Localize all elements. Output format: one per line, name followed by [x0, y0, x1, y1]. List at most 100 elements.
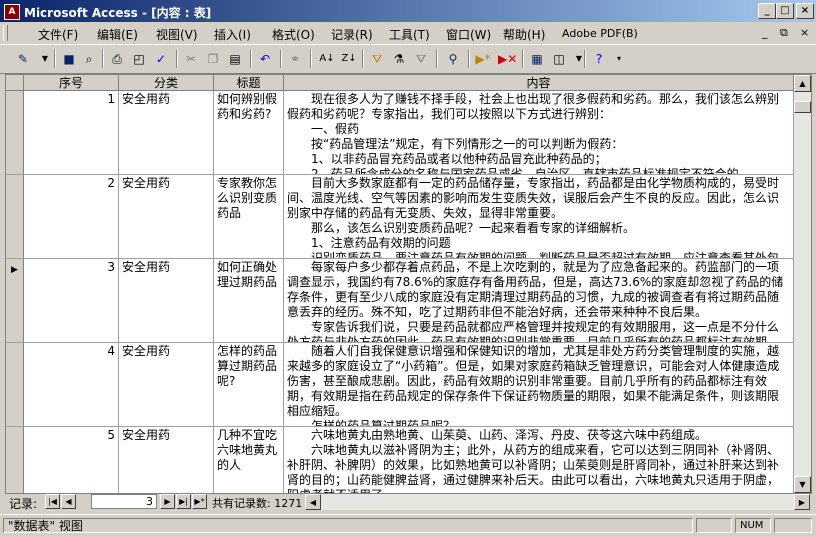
database-window-icon[interactable]: ▦	[528, 50, 546, 68]
menu-tools[interactable]: 工具(T)	[389, 26, 430, 43]
row-selector[interactable]	[6, 91, 24, 174]
scroll-right-icon[interactable]: ▶	[794, 494, 810, 510]
next-record-button[interactable]: ▶	[160, 494, 175, 509]
cell-id[interactable]: 1	[24, 91, 119, 174]
cell-category[interactable]: 安全用药	[119, 259, 214, 342]
save-icon[interactable]: ■	[60, 50, 78, 68]
design-view-icon[interactable]: ✎	[14, 50, 32, 68]
menu-grip[interactable]	[3, 25, 8, 41]
spelling-icon[interactable]: ✓	[152, 50, 170, 68]
scroll-down-icon[interactable]: ▼	[794, 476, 811, 493]
vertical-scrollbar[interactable]: ▲ ▼	[794, 75, 811, 493]
mdi-close-button[interactable]: ×	[800, 26, 809, 39]
hyperlink-icon[interactable]: ⚭	[286, 50, 304, 68]
menu-edit[interactable]: 编辑(E)	[97, 26, 138, 43]
toolbar-separator	[176, 50, 178, 68]
table-row[interactable]: 1 安全用药 如何辨别假药和劣药? 现在很多人为了赚钱不择手段，社会上也出现了很…	[6, 91, 794, 175]
table-row[interactable]: ▶ 3 安全用药 如何正确处理过期药品 每家每户多少都存着点药品，不是上次吃剩的…	[6, 259, 794, 343]
apply-filter-icon[interactable]: ⛛	[412, 50, 430, 68]
menu-format[interactable]: 格式(O)	[272, 26, 315, 43]
minimize-button[interactable]: _	[758, 3, 776, 19]
datasheet-grid: 序号 分类 标题 内容 1 安全用药 如何辨别假药和劣药? 现在很多人为了赚钱不…	[5, 74, 812, 494]
help-icon[interactable]: ?	[590, 50, 608, 68]
last-record-button[interactable]: ▶|	[176, 494, 191, 509]
menu-help[interactable]: 帮助(H)	[503, 26, 545, 43]
column-header-title[interactable]: 标题	[214, 75, 284, 91]
column-header-id[interactable]: 序号	[24, 75, 119, 91]
close-button[interactable]: ×	[796, 3, 814, 19]
print-preview-icon[interactable]: ◰	[130, 50, 148, 68]
current-record-icon: ▶	[11, 265, 18, 275]
cut-icon[interactable]: ✂	[182, 50, 200, 68]
copy-icon[interactable]: ❐	[204, 50, 222, 68]
cell-title[interactable]: 如何辨别假药和劣药?	[214, 91, 284, 174]
restore-button[interactable]: □	[776, 3, 794, 19]
toolbar-separator	[468, 50, 470, 68]
new-object-icon[interactable]: ◫	[550, 50, 568, 68]
sort-descending-icon[interactable]: Z↓	[340, 50, 358, 68]
mdi-minimize-button[interactable]: _	[762, 26, 768, 39]
cell-content[interactable]: 六味地黄丸由熟地黄、山茱萸、山药、泽泻、丹皮、茯苓这六味中药组成。 六味地黄丸以…	[284, 427, 794, 493]
row-selector[interactable]	[6, 427, 24, 493]
filter-by-form-icon[interactable]: ⚗	[390, 50, 408, 68]
status-view-text: "数据表" 视图	[3, 518, 693, 533]
filter-by-selection-icon[interactable]: ⛛	[368, 50, 386, 68]
row-selector[interactable]	[6, 343, 24, 426]
file-search-icon[interactable]: ⌕	[80, 50, 98, 68]
menu-adobe-pdf[interactable]: Adobe PDF(B)	[562, 27, 638, 40]
cell-content[interactable]: 目前大多数家庭都有一定的药品储存量，专家指出，药品都是由化学物质构成的，易受时间…	[284, 175, 794, 258]
select-all-corner[interactable]	[6, 75, 24, 91]
cell-category[interactable]: 安全用药	[119, 343, 214, 426]
cell-category[interactable]: 安全用药	[119, 175, 214, 258]
cell-id[interactable]: 4	[24, 343, 119, 426]
horizontal-scrollbar[interactable]: ◀ ▶	[305, 494, 810, 510]
cell-title[interactable]: 怎样的药品算过期药品呢?	[214, 343, 284, 426]
cell-content[interactable]: 现在很多人为了赚钱不择手段，社会上也出现了很多假药和劣药。那么，我们该怎么辨别假…	[284, 91, 794, 174]
toolbar-separator	[362, 50, 364, 68]
mdi-restore-button[interactable]: ⧉	[780, 26, 788, 40]
row-selector[interactable]	[6, 175, 24, 258]
cell-title[interactable]: 如何正确处理过期药品	[214, 259, 284, 342]
menu-records[interactable]: 记录(R)	[331, 26, 373, 43]
access-key-icon[interactable]: A	[4, 4, 20, 20]
print-icon[interactable]: ⎙	[108, 50, 126, 68]
status-pane	[774, 518, 812, 533]
scroll-thumb[interactable]	[794, 101, 811, 113]
cell-content[interactable]: 随着人们自我保健意识增强和保健知识的增加，尤其是非处方药分类管理制度的实施，越来…	[284, 343, 794, 426]
column-header-category[interactable]: 分类	[119, 75, 214, 91]
cell-category[interactable]: 安全用药	[119, 427, 214, 493]
cell-title[interactable]: 专家教你怎么识别变质药品	[214, 175, 284, 258]
delete-record-icon[interactable]: ▶✕	[498, 50, 517, 68]
new-record-button[interactable]: ▶*	[192, 494, 207, 509]
scroll-left-icon[interactable]: ◀	[305, 494, 321, 510]
menu-file[interactable]: 文件(F)	[38, 26, 78, 43]
table-row[interactable]: 2 安全用药 专家教你怎么识别变质药品 目前大多数家庭都有一定的药品储存量，专家…	[6, 175, 794, 259]
cell-id[interactable]: 3	[24, 259, 119, 342]
undo-icon[interactable]: ↶	[256, 50, 274, 68]
view-dropdown-icon[interactable]: ▼	[36, 50, 54, 68]
cell-title[interactable]: 几种不宜吃六味地黄丸的人	[214, 427, 284, 493]
sort-ascending-icon[interactable]: A↓	[318, 50, 336, 68]
new-record-icon[interactable]: ▶*	[474, 50, 492, 68]
scroll-up-icon[interactable]: ▲	[794, 75, 811, 92]
menu-window[interactable]: 窗口(W)	[446, 26, 491, 43]
menu-insert[interactable]: 插入(I)	[214, 26, 251, 43]
cell-category[interactable]: 安全用药	[119, 91, 214, 174]
toolbar-separator	[102, 50, 104, 68]
cell-id[interactable]: 2	[24, 175, 119, 258]
cell-id[interactable]: 5	[24, 427, 119, 493]
toolbar-options-icon[interactable]: ▾	[610, 50, 628, 68]
find-icon[interactable]: ⚲	[444, 50, 462, 68]
table-row[interactable]: 5 安全用药 几种不宜吃六味地黄丸的人 六味地黄丸由熟地黄、山茱萸、山药、泽泻、…	[6, 427, 794, 493]
paste-icon[interactable]: ▤	[226, 50, 244, 68]
status-bar: "数据表" 视图 NUM	[0, 514, 816, 537]
table-row[interactable]: 4 安全用药 怎样的药品算过期药品呢? 随着人们自我保健意识增强和保健知识的增加…	[6, 343, 794, 427]
record-navigator: 记录: |◀ ◀ 3 ▶ ▶| ▶* 共有记录数: 1271 ◀ ▶	[5, 493, 810, 511]
column-header-content[interactable]: 内容	[284, 75, 794, 91]
first-record-button[interactable]: |◀	[45, 494, 60, 509]
row-selector[interactable]: ▶	[6, 259, 24, 342]
record-number-input[interactable]: 3	[91, 494, 157, 509]
menu-view[interactable]: 视图(V)	[156, 26, 198, 43]
cell-content[interactable]: 每家每户多少都存着点药品，不是上次吃剩的，就是为了应急备起来的。药监部门的一项调…	[284, 259, 794, 342]
previous-record-button[interactable]: ◀	[61, 494, 76, 509]
